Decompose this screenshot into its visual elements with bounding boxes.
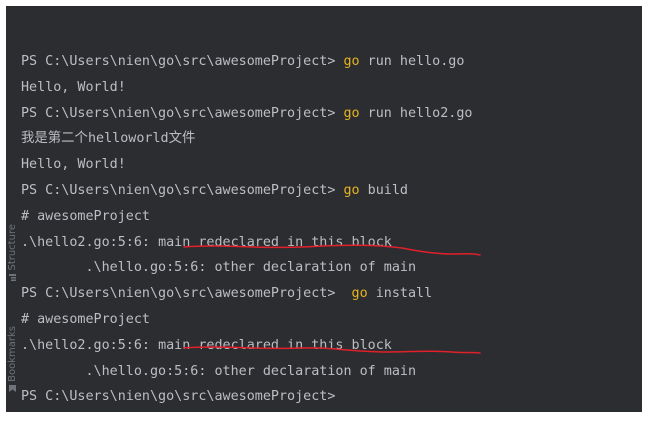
command-keyword: go bbox=[343, 182, 360, 198]
prompt: PS C:\Users\nien\go\src\awesomeProject> bbox=[21, 389, 336, 405]
output-text: 我是第二个helloworld文件 bbox=[21, 131, 196, 147]
terminal-line-3: PS C:\Users\nien\go\src\awesomeProject> … bbox=[21, 101, 642, 127]
output-text: # awesomeProject bbox=[21, 311, 150, 327]
terminal-line-5: Hello, World! bbox=[21, 152, 642, 178]
command-args: install bbox=[367, 286, 433, 302]
bookmarks-tab-label: Bookmarks bbox=[6, 326, 18, 382]
prompt: PS C:\Users\nien\go\src\awesomeProject> bbox=[21, 105, 344, 121]
terminal-line-8: .\hello2.go:5:6: main redeclared in this… bbox=[21, 230, 642, 256]
structure-tool-tab[interactable]: Structure bbox=[6, 224, 19, 281]
terminal-line-12: .\hello2.go:5:6: main redeclared in this… bbox=[21, 333, 642, 359]
command-keyword: go bbox=[343, 54, 360, 69]
terminal-line-2: Hello, World! bbox=[21, 75, 642, 101]
command-args: build bbox=[359, 182, 408, 198]
terminal-output[interactable]: PS C:\Users\nien\go\src\awesomeProject> … bbox=[21, 49, 642, 410]
error-message: main redeclared in this block bbox=[158, 234, 392, 250]
command-keyword: go bbox=[343, 105, 360, 121]
terminal-line-1: PS C:\Users\nien\go\src\awesomeProject> … bbox=[21, 49, 642, 75]
terminal-line-6: PS C:\Users\nien\go\src\awesomeProject> … bbox=[21, 178, 642, 204]
side-tool-strip: Structure Bookmarks bbox=[6, 6, 19, 412]
terminal-line-7: # awesomeProject bbox=[21, 204, 642, 230]
bookmark-icon bbox=[9, 384, 16, 392]
structure-icon bbox=[9, 273, 16, 281]
command-args: run hello.go bbox=[359, 54, 465, 69]
terminal-line-14: PS C:\Users\nien\go\src\awesomeProject> bbox=[21, 384, 642, 410]
command-keyword: go bbox=[351, 286, 368, 302]
terminal-line-4: 我是第二个helloworld文件 bbox=[21, 126, 642, 152]
error-location: .\hello2.go:5:6: bbox=[21, 337, 159, 353]
output-text: Hello, World! bbox=[21, 79, 126, 95]
error-location: .\hello2.go:5:6: bbox=[21, 234, 159, 250]
terminal-line-11: # awesomeProject bbox=[21, 307, 642, 333]
terminal-line-13: .\hello.go:5:6: other declaration of mai… bbox=[21, 359, 642, 385]
error-message: main redeclared in this block bbox=[158, 337, 392, 353]
output-text: Hello, World! bbox=[21, 157, 126, 173]
prompt: PS C:\Users\nien\go\src\awesomeProject> bbox=[21, 286, 352, 302]
bookmarks-tool-tab[interactable]: Bookmarks bbox=[6, 326, 19, 392]
structure-tab-label: Structure bbox=[6, 224, 18, 271]
output-text: .\hello.go:5:6: other declaration of mai… bbox=[21, 260, 417, 276]
output-text: .\hello.go:5:6: other declaration of mai… bbox=[21, 363, 417, 379]
prompt: PS C:\Users\nien\go\src\awesomeProject> bbox=[21, 54, 344, 69]
terminal-window: Structure Bookmarks PS C:\Users\nien\go\… bbox=[6, 6, 642, 412]
output-text: # awesomeProject bbox=[21, 208, 150, 224]
prompt: PS C:\Users\nien\go\src\awesomeProject> bbox=[21, 182, 344, 198]
terminal-line-10: PS C:\Users\nien\go\src\awesomeProject> … bbox=[21, 281, 642, 307]
terminal-line-9: .\hello.go:5:6: other declaration of mai… bbox=[21, 255, 642, 281]
command-args: run hello2.go bbox=[359, 105, 473, 121]
